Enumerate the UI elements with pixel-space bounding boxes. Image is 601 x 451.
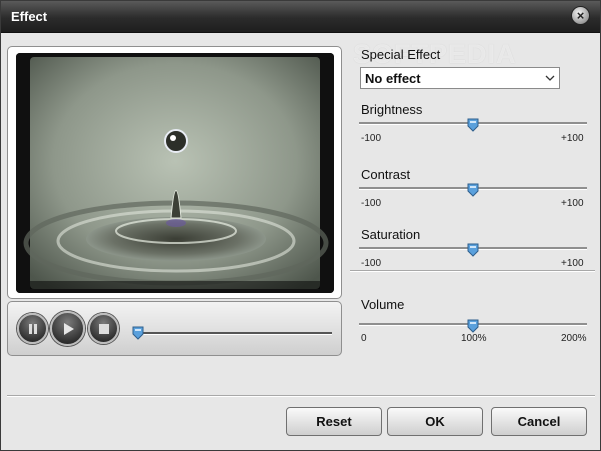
special-effect-label: Special Effect	[361, 47, 441, 62]
footer-divider	[7, 395, 595, 397]
special-effect-value: No effect	[365, 71, 421, 86]
contrast-max: +100	[561, 198, 584, 209]
play-icon	[63, 322, 74, 335]
window-title: Effect	[11, 9, 48, 24]
title-bar[interactable]: Effect ×	[1, 1, 600, 33]
video-preview	[16, 53, 334, 293]
ok-button[interactable]: OK	[387, 407, 483, 436]
saturation-thumb[interactable]	[467, 243, 479, 257]
brightness-max: +100	[561, 133, 584, 144]
seek-bar[interactable]	[136, 332, 332, 335]
brightness-thumb[interactable]	[467, 118, 479, 132]
section-divider	[350, 270, 595, 272]
close-icon: ×	[576, 8, 585, 23]
brightness-min: -100	[361, 133, 382, 144]
seek-thumb[interactable]	[132, 326, 144, 340]
contrast-min: -100	[361, 198, 382, 209]
playback-controls	[7, 301, 342, 356]
play-button[interactable]	[50, 311, 85, 346]
volume-max: 200%	[561, 333, 587, 344]
volume-mid: 100%	[461, 333, 487, 344]
saturation-label: Saturation	[361, 227, 421, 242]
contrast-label: Contrast	[361, 167, 411, 182]
cancel-button[interactable]: Cancel	[491, 407, 587, 436]
volume-label: Volume	[361, 297, 405, 312]
video-preview-panel	[7, 46, 342, 299]
volume-min: 0	[361, 333, 367, 344]
saturation-max: +100	[561, 258, 584, 269]
volume-thumb[interactable]	[467, 319, 479, 333]
stop-icon	[98, 323, 109, 334]
effect-dialog: Effect × SOFTPEDIA Special Effect No eff…	[0, 0, 601, 451]
contrast-thumb[interactable]	[467, 183, 479, 197]
saturation-min: -100	[361, 258, 382, 269]
chevron-down-icon	[545, 75, 555, 81]
pause-button[interactable]	[17, 313, 48, 344]
reset-button[interactable]: Reset	[286, 407, 382, 436]
special-effect-select[interactable]: No effect	[360, 67, 560, 89]
pause-icon	[28, 323, 37, 334]
brightness-label: Brightness	[361, 102, 423, 117]
water-drop-image	[16, 53, 334, 293]
stop-button[interactable]	[88, 313, 119, 344]
close-button[interactable]: ×	[571, 6, 590, 25]
